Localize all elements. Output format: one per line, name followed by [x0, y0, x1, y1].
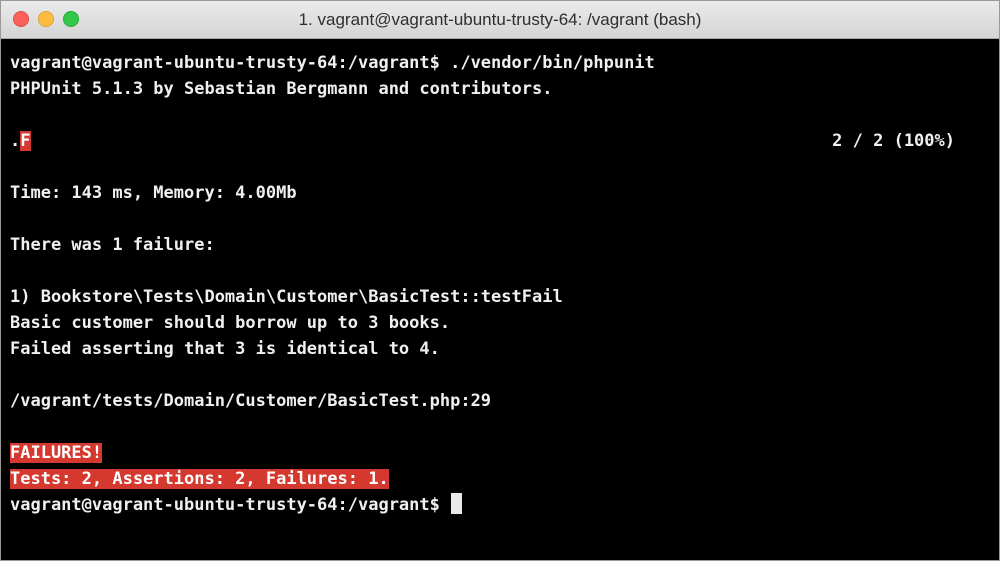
final-prompt-line: vagrant@vagrant-ubuntu-trusty-64:/vagran… — [10, 492, 990, 518]
failure-assertion-line: Failed asserting that 3 is identical to … — [10, 339, 440, 359]
failure-test-line: 1) Bookstore\Tests\Domain\Customer\Basic… — [10, 287, 563, 307]
progress-count: 2 / 2 (100%) — [832, 131, 955, 151]
progress-fail-marker: F — [20, 131, 31, 151]
terminal-output[interactable]: vagrant@vagrant-ubuntu-trusty-64:/vagran… — [10, 50, 990, 518]
window-title: 1. vagrant@vagrant-ubuntu-trusty-64: /va… — [298, 10, 702, 29]
time-memory-line: Time: 143 ms, Memory: 4.00Mb — [10, 183, 297, 203]
phpunit-version-line: PHPUnit 5.1.3 by Sebastian Bergmann and … — [10, 79, 553, 99]
failure-header-line: There was 1 failure: — [10, 235, 215, 255]
summary-title-line: FAILURES! — [10, 440, 990, 466]
progress-pass-marker: . — [10, 131, 21, 151]
title-bar: 1. vagrant@vagrant-ubuntu-trusty-64: /va… — [1, 1, 999, 39]
summary-counts: Tests: 2, Assertions: 2, Failures: 1. — [10, 469, 389, 489]
failure-message-line: Basic customer should borrow up to 3 boo… — [10, 313, 451, 333]
text-cursor — [451, 493, 463, 514]
summary-title: FAILURES! — [10, 443, 103, 463]
failure-location-line: /vagrant/tests/Domain/Customer/BasicTest… — [10, 391, 492, 411]
summary-counts-line: Tests: 2, Assertions: 2, Failures: 1. — [10, 466, 990, 492]
final-prompt: vagrant@vagrant-ubuntu-trusty-64:/vagran… — [10, 495, 451, 515]
progress-line: .F 2 / 2 (100%) — [10, 128, 990, 154]
prompt-command-line: vagrant@vagrant-ubuntu-trusty-64:/vagran… — [10, 53, 655, 73]
terminal-window: 1. vagrant@vagrant-ubuntu-trusty-64: /va… — [0, 0, 1000, 561]
